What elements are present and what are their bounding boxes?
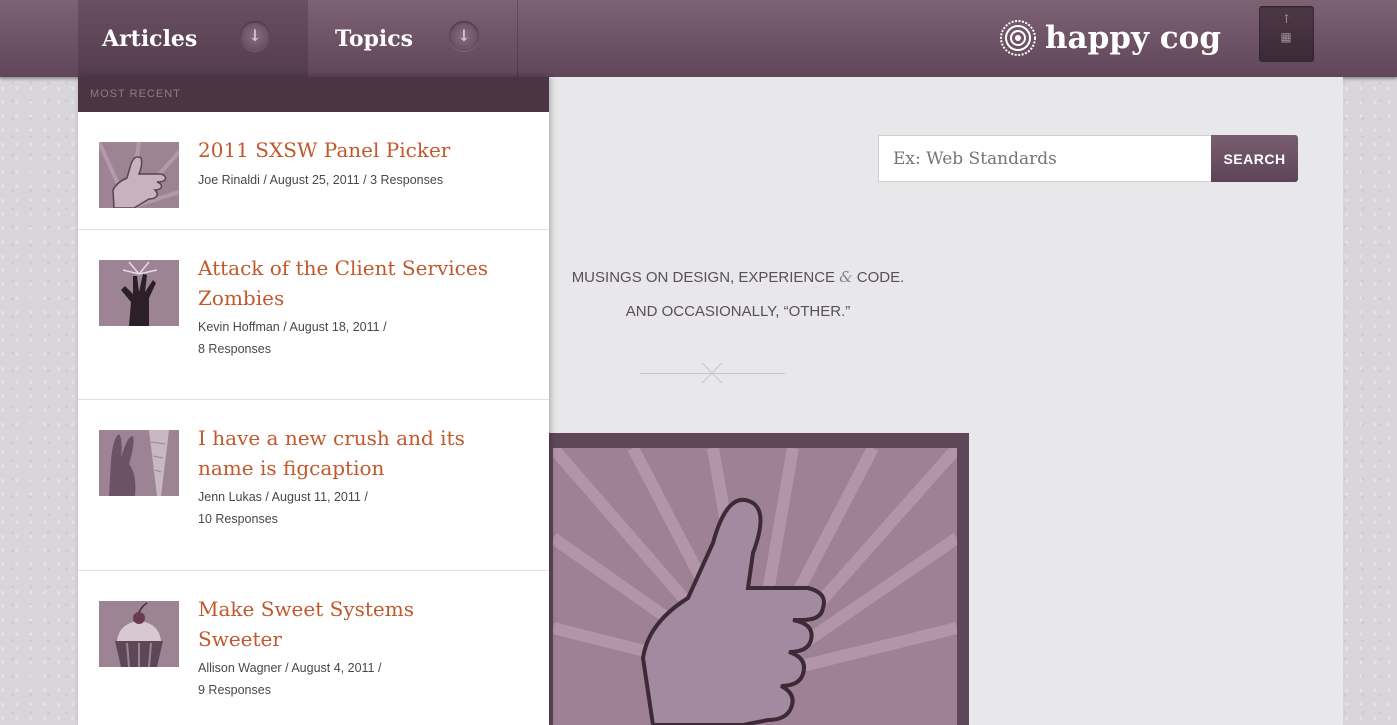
article-meta-line2: 9 Responses [198,683,271,697]
search-input[interactable] [878,135,1211,182]
tab-topics[interactable]: Topics ↓ [308,0,518,77]
article-meta: Kevin Hoffman / August 18, 2011 / 8 Resp… [198,316,538,360]
grid-menu-icon: ▦ [1280,30,1293,44]
cross-divider-icon [701,362,723,384]
tab-articles[interactable]: Articles ↓ [78,0,308,77]
article-title[interactable]: Make Sweet Systems Sweeter [198,594,538,654]
article-meta-line1: Jenn Lukas / August 11, 2011 / [198,490,368,504]
article-title[interactable]: I have a new crush and its name is figca… [198,423,538,483]
cupcake-icon [99,601,179,667]
article-meta: Allison Wagner / August 4, 2011 / 9 Resp… [198,657,538,701]
search-form: SEARCH [878,135,1298,182]
dropdown-heading: MOST RECENT [78,77,549,112]
article-item[interactable]: 2011 SXSW Panel Picker Joe Rinaldi / Aug… [78,112,549,230]
tagline-line2: AND OCCASIONALLY, “OTHER.” [625,303,851,320]
tab-articles-label: Articles [102,25,198,52]
article-title-line2: Zombies [198,286,285,310]
grid-menu-button[interactable]: ↑ ▦ [1259,6,1314,62]
article-meta-line1: Allison Wagner / August 4, 2011 / [198,661,382,675]
brand-logo[interactable]: happy cog [1000,18,1221,58]
article-title[interactable]: 2011 SXSW Panel Picker [198,135,538,165]
article-title-line1: I have a new crush and its [198,426,465,450]
rabbit-carrot-icon [99,430,179,496]
article-meta-line2: 10 Responses [198,512,278,526]
arrow-up-icon: ↑ [1281,12,1292,26]
tab-topics-label: Topics [335,25,414,52]
tagline-ampersand: & [839,268,853,286]
article-meta-line2: 8 Responses [198,342,271,356]
tagline-line1-b: CODE. [856,269,905,286]
article-item[interactable]: Make Sweet Systems Sweeter Allison Wagne… [78,571,549,725]
article-meta: Jenn Lukas / August 11, 2011 / 10 Respon… [198,486,538,530]
site-tagline: MUSINGS ON DESIGN, EXPERIENCE & CODE. AN… [548,260,928,329]
top-nav-bar: Articles ↓ Topics ↓ happy cog ↑ ▦ [0,0,1397,77]
brand-name: happy cog [1045,20,1222,56]
zombie-hand-icon [99,260,179,326]
article-title-line1: Attack of the Client Services [198,256,488,280]
thumbs-up-illustration[interactable] [553,448,957,725]
article-meta: Joe Rinaldi / August 25, 2011 / 3 Respon… [198,173,444,187]
article-meta-line1: Kevin Hoffman / August 18, 2011 / [198,320,387,334]
article-title-line1: Make Sweet Systems [198,597,414,621]
thumbs-up-hand-icon [99,142,179,208]
article-title-line2: name is figcaption [198,456,385,480]
articles-dropdown: MOST RECENT 2011 SXSW Panel Picker Joe R… [78,77,549,725]
arrow-down-icon[interactable]: ↓ [240,21,270,51]
article-title[interactable]: Attack of the Client Services Zombies [198,253,538,313]
article-item[interactable]: I have a new crush and its name is figca… [78,400,549,571]
cog-logo-icon [1000,20,1036,56]
arrow-down-icon[interactable]: ↓ [449,21,479,51]
article-title-line2: Sweeter [198,627,282,651]
search-button[interactable]: SEARCH [1211,135,1298,182]
article-item[interactable]: Attack of the Client Services Zombies Ke… [78,230,549,400]
tagline-line1-a: MUSINGS ON DESIGN, EXPERIENCE [571,269,836,286]
